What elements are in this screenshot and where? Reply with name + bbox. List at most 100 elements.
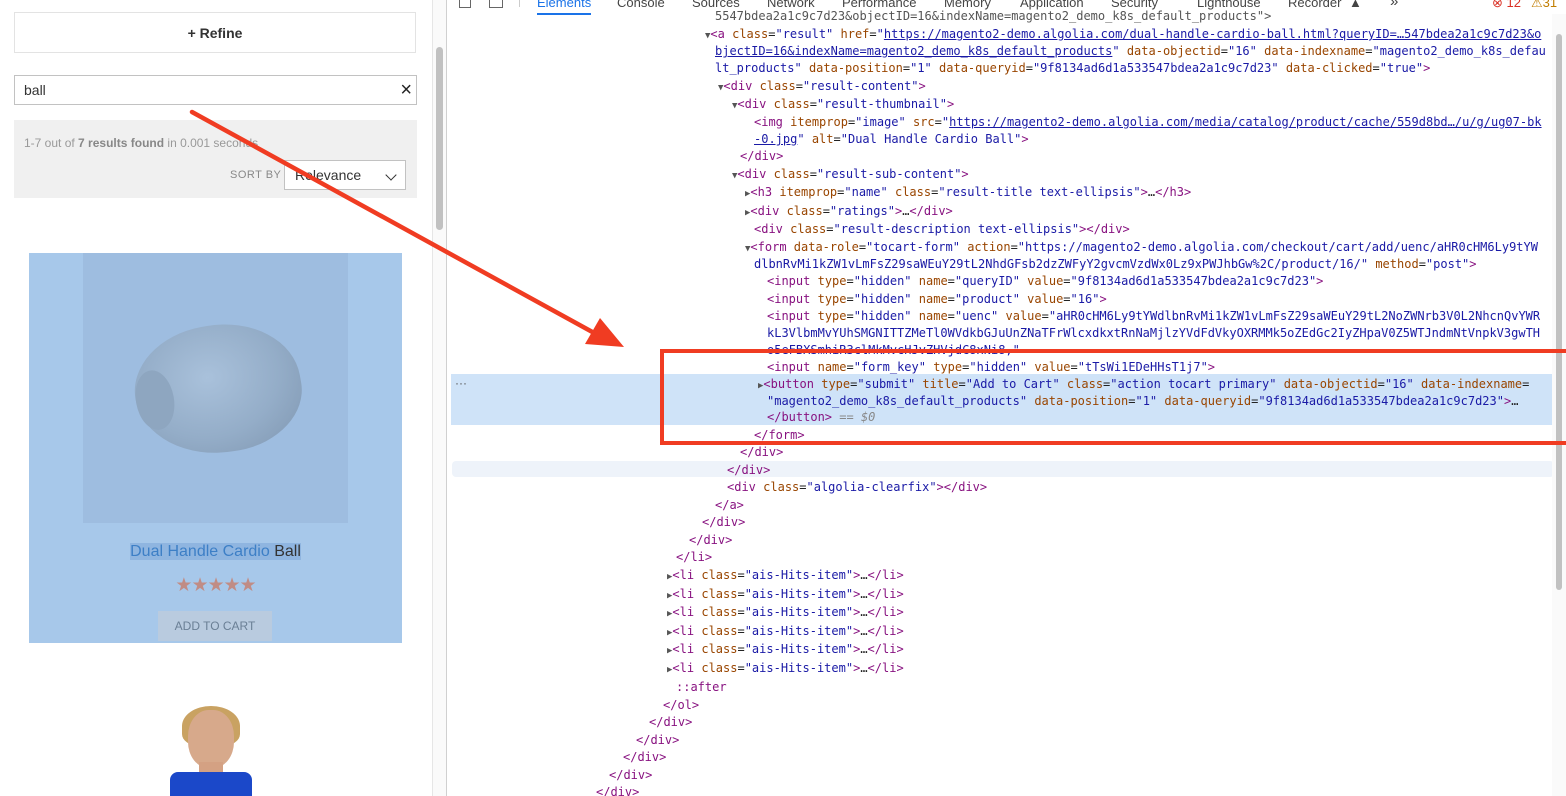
stats-suffix: in 0.001 seconds	[164, 136, 259, 150]
chevron-down-icon	[385, 169, 397, 181]
dom-line[interactable]: <input type="hidden" name="uenc" value="…	[767, 307, 1540, 325]
model-top	[170, 772, 252, 796]
attr-value: lt_products"	[715, 61, 802, 75]
dom-line[interactable]: ▼<div class="result-sub-content">	[732, 165, 969, 183]
dollar-zero: == $0	[839, 410, 876, 424]
clear-search-icon[interactable]: ×	[400, 79, 412, 101]
dom-line[interactable]: <input type="hidden" name="product" valu…	[767, 290, 1107, 308]
search-input[interactable]	[15, 76, 384, 104]
title-highlight: Dual Handle Cardio	[130, 543, 270, 560]
dom-line[interactable]: </div>	[636, 731, 679, 749]
refine-button[interactable]: + Refine	[14, 12, 416, 53]
attr-value: dlbnRvMi1kZW1vLmFsZ29saWEuY29tL2NhdGFsb2…	[754, 257, 1369, 271]
dom-line[interactable]: ▶<li class="ais-Hits-item">…</li>	[667, 603, 904, 621]
dom-line[interactable]: </ol>	[663, 696, 699, 714]
dom-line[interactable]: <div class="result-description text-elli…	[754, 220, 1130, 238]
dom-line[interactable]: ▼<form data-role="tocart-form" action="h…	[745, 238, 1538, 256]
dom-line[interactable]: </div>	[609, 766, 652, 784]
dom-line[interactable]: <div class="algolia-clearfix"></div>	[727, 478, 987, 496]
product-image-model[interactable]	[110, 706, 320, 796]
dom-line[interactable]: ▶<h3 itemprop="name" class="result-title…	[745, 183, 1191, 201]
stats-prefix: 1-7 out of	[24, 136, 79, 150]
sort-label: SORT BY	[230, 169, 282, 181]
dom-line[interactable]: ▶<li class="ais-Hits-item">…</li>	[667, 622, 904, 640]
attr-value: "true"	[1379, 61, 1424, 75]
attr-value: "magento2_demo_k8s_default_products"	[767, 394, 1028, 408]
dom-line[interactable]: ▶<li class="ais-Hits-item">…</li>	[667, 566, 904, 584]
devtools-panel: Elements Console Sources Network Perform…	[446, 0, 1566, 796]
page-scrollbar[interactable]	[432, 0, 446, 796]
devtools-scrollbar[interactable]	[1552, 14, 1566, 796]
attr-value: "16"	[1227, 44, 1257, 58]
dom-line[interactable]: </div>	[740, 443, 783, 461]
dom-line[interactable]: </a>	[715, 496, 744, 514]
dom-line[interactable]: -0.jpg" alt="Dual Handle Cardio Ball">	[754, 130, 1029, 148]
sort-value: Relevance	[295, 167, 362, 183]
attr-value: "aHR0cHM6Ly9tYWdlbnRvMi1kZW1vLmFsZ29saWE…	[1048, 309, 1541, 323]
dom-line[interactable]: ▶<li class="ais-Hits-item">…</li>	[667, 659, 904, 677]
ball-handle	[131, 367, 179, 433]
attr-value: "1"	[1135, 394, 1158, 408]
dom-line[interactable]: </li>	[676, 548, 712, 566]
dom-line[interactable]: ▼<div class="result-thumbnail">	[732, 95, 954, 113]
attr-value: "magento2_demo_k8s_defau	[1372, 44, 1546, 58]
dom-line[interactable]: ::after	[676, 678, 727, 696]
attr-value: "Add to Cart"	[965, 377, 1060, 391]
attr-value: "9f8134ad6d1a533547bdea2a1c9c7d23"	[1032, 61, 1279, 75]
href-link-cont[interactable]: bjectID=16&indexName=magento2_demo_k8s_d…	[715, 44, 1112, 58]
dom-line[interactable]: </div>	[623, 748, 666, 766]
attr-value: "action tocart primary"	[1110, 377, 1277, 391]
dom-line[interactable]: ▶<div class="ratings">…</div>	[745, 202, 953, 220]
dom-line[interactable]: </div>	[702, 513, 745, 531]
dom-line[interactable]: </button> == $0	[767, 408, 875, 426]
add-to-cart-button[interactable]: ADD TO CART	[158, 611, 272, 641]
dom-line[interactable]: bjectID=16&indexName=magento2_demo_k8s_d…	[715, 42, 1546, 60]
img-src-link-cont[interactable]: -0.jpg	[754, 132, 797, 146]
dom-line[interactable]: <input name="form_key" type="hidden" val…	[767, 358, 1215, 376]
dom-line[interactable]: </div>	[649, 713, 692, 731]
storefront-page: + Refine × 1-7 out of 7 results found in…	[0, 0, 432, 796]
dom-line[interactable]: <img itemprop="image" src="https://magen…	[754, 113, 1542, 131]
product-hit[interactable]: Dual Handle Cardio Ball ★★★★★ ADD TO CAR…	[29, 253, 402, 643]
devtools-scrollbar-thumb[interactable]	[1556, 34, 1562, 590]
dom-line[interactable]: ▶<li class="ais-Hits-item">…</li>	[667, 640, 904, 658]
dom-line[interactable]: </div>	[596, 783, 639, 796]
dom-line[interactable]: </form>	[754, 426, 805, 444]
dom-tree: 5547bdea2a1c9c7d23&objectID=16&indexName…	[447, 0, 1566, 796]
dom-line[interactable]: </div>	[689, 531, 732, 549]
attr-value: "9f8134ad6d1a533547bdea2a1c9c7d23"	[1258, 394, 1504, 408]
img-src-link[interactable]: https://magento2-demo.algolia.com/media/…	[949, 115, 1541, 129]
dom-line[interactable]: </div>	[740, 147, 783, 165]
product-title[interactable]: Dual Handle Cardio Ball	[29, 543, 402, 561]
model-face	[188, 710, 234, 768]
results-toolbar: 1-7 out of 7 results found in 0.001 seco…	[14, 120, 417, 198]
sort-select[interactable]: Relevance	[284, 160, 406, 190]
page-scrollbar-thumb[interactable]	[436, 47, 443, 230]
attr-value: kL3VlbmMvYUhSMGNITTZMeTl0WVdkbGJuUnZNaTF…	[767, 326, 1541, 340]
attr-value: "tTsWi1EDeHHsT1j7"	[1077, 360, 1208, 374]
dom-line[interactable]: "magento2_demo_k8s_default_products" dat…	[767, 392, 1518, 410]
href-link[interactable]: https://magento2-demo.algolia.com/dual-h…	[884, 27, 1541, 41]
attr-value: o5eFBXSmhiR3clMkMvcHJvZHVjdC8xNi8,"	[767, 343, 1020, 357]
dom-line[interactable]: 5547bdea2a1c9c7d23&objectID=16&indexName…	[715, 7, 1271, 25]
search-box: ×	[14, 75, 417, 105]
dom-line[interactable]: dlbnRvMi1kZW1vLmFsZ29saWEuY29tL2NhdGFsb2…	[754, 255, 1477, 273]
dom-line[interactable]: ▶<li class="ais-Hits-item">…</li>	[667, 585, 904, 603]
results-stats: 1-7 out of 7 results found in 0.001 seco…	[24, 136, 258, 150]
attr-value: "16"	[1384, 377, 1414, 391]
dom-line[interactable]: lt_products" data-position="1" data-quer…	[715, 59, 1430, 77]
attr-value: "16"	[1070, 292, 1100, 306]
attr-value: "Dual Handle Cardio Ball"	[840, 132, 1022, 146]
attr-value: "1"	[910, 61, 932, 75]
dom-line[interactable]: <input type="hidden" name="queryID" valu…	[767, 272, 1323, 290]
dom-line-anchor[interactable]: ▼<a class="result" href="https://magento…	[705, 25, 1541, 43]
dom-line[interactable]: ▼<div class="result-content">	[718, 77, 926, 95]
attr-value: "https://magento2-demo.algolia.com/check…	[1017, 240, 1538, 254]
product-image[interactable]	[83, 253, 348, 523]
dom-line-button-selected[interactable]: ▶<button type="submit" title="Add to Car…	[758, 375, 1529, 393]
dom-line[interactable]: </div>	[727, 461, 770, 479]
stats-count: 7 results found	[78, 136, 165, 150]
dom-line[interactable]: o5eFBXSmhiR3clMkMvcHJvZHVjdC8xNi8,"	[767, 341, 1020, 359]
cardio-ball-image	[125, 311, 311, 467]
dom-line[interactable]: kL3VlbmMvYUhSMGNITTZMeTl0WVdkbGJuUnZNaTF…	[767, 324, 1540, 342]
